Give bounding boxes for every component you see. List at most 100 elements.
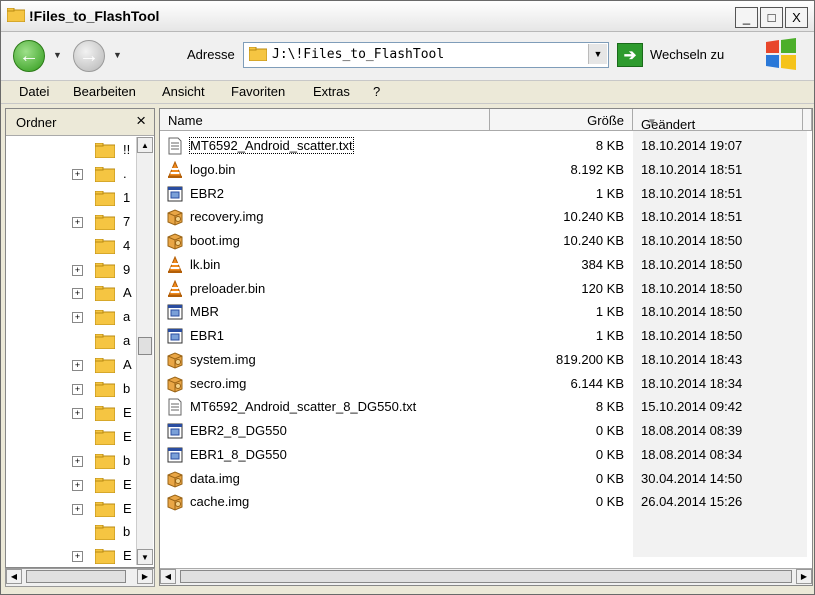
folder-icon bbox=[95, 501, 115, 517]
column-header-date[interactable]: Geändert am▼ bbox=[633, 109, 803, 147]
scroll-left-icon[interactable]: ◀ bbox=[160, 569, 176, 584]
tree-item[interactable]: + A bbox=[6, 354, 136, 376]
file-row[interactable]: MBR 1 KB 18.10.2014 18:50 bbox=[160, 300, 812, 323]
scrollbar-thumb[interactable] bbox=[180, 570, 792, 583]
expand-icon[interactable]: + bbox=[72, 455, 83, 467]
files-horizontal-scrollbar[interactable]: ◀ ▶ bbox=[160, 568, 812, 585]
file-row[interactable]: data.img 0 KB 30.04.2014 14:50 bbox=[160, 467, 812, 490]
expand-icon[interactable]: + bbox=[72, 168, 83, 180]
file-size: 8.192 KB bbox=[570, 161, 625, 177]
file-name: system.img bbox=[190, 351, 256, 367]
folder-icon bbox=[95, 358, 115, 374]
expand-icon[interactable]: + bbox=[72, 360, 83, 372]
file-row[interactable]: preloader.bin 120 KB 18.10.2014 18:50 bbox=[160, 277, 812, 300]
menu-extras[interactable]: Extras bbox=[313, 84, 350, 99]
scroll-left-icon[interactable]: ◀ bbox=[6, 569, 22, 584]
file-row[interactable]: logo.bin 8.192 KB 18.10.2014 18:51 bbox=[160, 158, 812, 181]
tree-item[interactable]: b bbox=[6, 521, 136, 543]
column-header-extra bbox=[803, 109, 812, 131]
file-row[interactable]: EBR2_8_DG550 0 KB 18.08.2014 08:39 bbox=[160, 419, 812, 442]
scroll-down-icon[interactable]: ▼ bbox=[137, 549, 153, 565]
file-row[interactable]: MT6592_Android_scatter.txt 8 KB 18.10.2014… bbox=[160, 134, 812, 157]
tree-item[interactable]: + b bbox=[6, 378, 136, 400]
file-size: 0 KB bbox=[595, 494, 624, 510]
file-date: 18.08.2014 08:34 bbox=[641, 446, 743, 462]
folders-vertical-scrollbar[interactable]: ▲ ▼ bbox=[136, 137, 153, 565]
tree-item[interactable]: !! bbox=[6, 139, 136, 161]
go-button[interactable]: Wechseln zu bbox=[650, 47, 724, 62]
scroll-up-icon[interactable]: ▲ bbox=[137, 137, 153, 153]
file-row[interactable]: EBR2 1 KB 18.10.2014 18:51 bbox=[160, 182, 812, 205]
file-name: MBR bbox=[190, 304, 219, 320]
expand-icon[interactable]: + bbox=[72, 479, 83, 491]
file-size: 120 KB bbox=[581, 280, 624, 296]
tree-item[interactable]: +9 bbox=[6, 259, 136, 281]
tree-item[interactable]: +7 bbox=[6, 211, 136, 233]
scrollbar-thumb[interactable] bbox=[26, 570, 126, 583]
file-row[interactable]: MT6592_Android_scatter_8_DG550.txt 8 KB 15… bbox=[160, 395, 812, 418]
tree-item[interactable]: a bbox=[6, 330, 136, 352]
file-row[interactable]: recovery.img 10.240 KB 18.10.2014 18:51 bbox=[160, 205, 812, 228]
close-button[interactable]: X bbox=[785, 7, 808, 28]
file-row[interactable]: EBR1_8_DG550 0 KB 18.08.2014 08:34 bbox=[160, 443, 812, 466]
tree-item[interactable]: + a bbox=[6, 306, 136, 328]
back-button[interactable]: ← bbox=[13, 40, 45, 72]
address-field[interactable]: J:\!Files_to_FlashTool ▼ bbox=[243, 42, 609, 68]
forward-dropdown-icon[interactable]: ▼ bbox=[113, 50, 122, 60]
tree-item[interactable]: + E bbox=[6, 402, 136, 424]
menu-bearbeiten[interactable]: Bearbeiten bbox=[73, 84, 136, 99]
title-bar[interactable]: !Files_to_FlashTool _ □ X bbox=[1, 1, 814, 32]
expand-icon[interactable]: + bbox=[72, 551, 83, 563]
back-dropdown-icon[interactable]: ▼ bbox=[53, 50, 62, 60]
scroll-right-icon[interactable]: ▶ bbox=[137, 569, 153, 584]
tree-item[interactable]: E bbox=[6, 426, 136, 448]
system-file-icon bbox=[167, 328, 183, 344]
file-row[interactable]: boot.img 10.240 KB 18.10.2014 18:50 bbox=[160, 229, 812, 252]
menu-ansicht[interactable]: Ansicht bbox=[162, 84, 205, 99]
file-date: 18.10.2014 19:07 bbox=[641, 138, 743, 153]
file-row[interactable]: lk.bin 384 KB 18.10.2014 18:50 bbox=[160, 253, 812, 276]
tree-item[interactable]: + b bbox=[6, 450, 136, 472]
forward-button[interactable]: → bbox=[73, 40, 105, 72]
file-row[interactable]: system.img 819.200 KB 18.10.2014 18:43 bbox=[160, 348, 812, 371]
folders-horizontal-scrollbar[interactable]: ◀ ▶ bbox=[5, 568, 155, 587]
tree-item[interactable]: 1 bbox=[6, 187, 136, 209]
tree-item[interactable]: + E bbox=[6, 545, 136, 567]
expand-icon[interactable]: + bbox=[72, 384, 83, 395]
expand-icon[interactable]: + bbox=[72, 264, 83, 276]
expand-icon[interactable]: + bbox=[72, 216, 83, 228]
file-row[interactable]: EBR1 1 KB 18.10.2014 18:50 bbox=[160, 324, 812, 347]
column-header-size[interactable]: Größe bbox=[490, 109, 633, 131]
file-name: EBR2_8_DG550 bbox=[190, 423, 287, 438]
menu-favoriten[interactable]: Favoriten bbox=[231, 84, 285, 99]
window-title: !Files_to_FlashTool bbox=[29, 8, 160, 24]
folder-icon bbox=[95, 286, 115, 302]
folder-icon bbox=[95, 190, 115, 206]
maximize-button[interactable]: □ bbox=[760, 7, 783, 28]
folder-icon bbox=[95, 453, 115, 469]
file-date: 18.10.2014 18:51 bbox=[641, 161, 743, 177]
scroll-right-icon[interactable]: ▶ bbox=[796, 569, 812, 584]
menu-help[interactable]: ? bbox=[373, 84, 380, 99]
scrollbar-thumb[interactable] bbox=[138, 337, 152, 355]
tree-item[interactable]: +. bbox=[6, 163, 136, 185]
menu-datei[interactable]: Datei bbox=[19, 84, 49, 99]
tree-item[interactable]: + E bbox=[6, 498, 136, 520]
column-header-name[interactable]: Name bbox=[160, 109, 490, 131]
file-date: 18.10.2014 18:50 bbox=[641, 256, 743, 272]
file-row[interactable]: secro.img 6.144 KB 18.10.2014 18:34 bbox=[160, 372, 812, 395]
tree-item-label: a bbox=[123, 333, 131, 349]
tree-item[interactable]: + E bbox=[6, 474, 136, 496]
close-pane-icon[interactable]: × bbox=[136, 111, 146, 131]
expand-icon[interactable]: + bbox=[72, 288, 83, 300]
expand-icon[interactable]: + bbox=[72, 407, 83, 419]
tree-item[interactable]: 4 bbox=[6, 235, 136, 257]
expand-icon[interactable]: + bbox=[72, 312, 83, 324]
minimize-button[interactable]: _ bbox=[735, 7, 758, 28]
tree-item-label: E bbox=[123, 428, 132, 444]
tree-item[interactable]: + A bbox=[6, 282, 136, 304]
address-dropdown-icon[interactable]: ▼ bbox=[588, 44, 607, 64]
expand-icon[interactable]: + bbox=[72, 503, 83, 515]
file-row[interactable]: cache.img 0 KB 26.04.2014 15:26 bbox=[160, 490, 812, 513]
go-arrow-icon[interactable]: ➔ bbox=[617, 43, 643, 67]
